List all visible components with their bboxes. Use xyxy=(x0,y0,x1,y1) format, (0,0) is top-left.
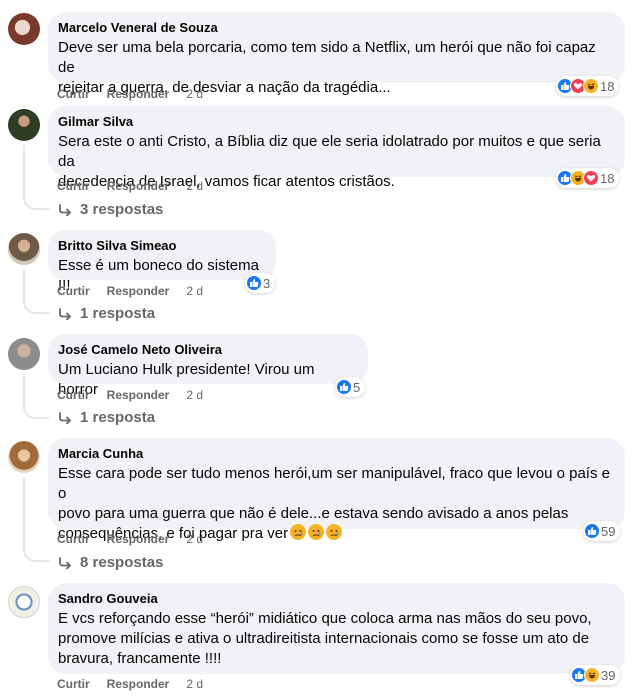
comment-bubble: Britto Silva Simeao Esse é um boneco do … xyxy=(48,230,276,294)
like-button[interactable]: Curtir xyxy=(57,531,90,547)
view-replies-link[interactable]: 1 resposta xyxy=(58,409,155,427)
reply-button[interactable]: Responder xyxy=(107,283,170,299)
avatar[interactable] xyxy=(8,586,40,618)
haha-icon xyxy=(583,78,599,94)
comment-timestamp[interactable]: 2 d xyxy=(186,178,203,194)
comment-line: promove milícias e ativa o ultradireitis… xyxy=(58,630,590,647)
reactions-summary[interactable]: 59 xyxy=(583,521,621,541)
reply-button[interactable]: Responder xyxy=(107,676,170,692)
replies-count: 3 respostas xyxy=(80,201,164,218)
avatar[interactable] xyxy=(8,441,40,473)
reaction-count: 18 xyxy=(600,170,615,186)
comment-timestamp[interactable]: 2 d xyxy=(186,387,203,403)
reply-arrow-icon xyxy=(59,204,71,216)
comment-timestamp[interactable]: 2 d xyxy=(186,676,203,692)
replies-count: 8 respostas xyxy=(80,554,164,571)
comment-timestamp[interactable]: 2 d xyxy=(186,283,203,299)
avatar[interactable] xyxy=(8,109,40,141)
thread-connector xyxy=(23,546,49,562)
like-button[interactable]: Curtir xyxy=(57,178,90,194)
sad-face-emoji-icon xyxy=(290,524,307,540)
thread-connector xyxy=(23,403,49,419)
reaction-count: 5 xyxy=(353,379,361,395)
comment-bubble: Gilmar Silva Sera este o anti Cristo, a … xyxy=(48,106,625,190)
avatar[interactable] xyxy=(8,233,40,265)
reactions-summary[interactable]: 5 xyxy=(335,377,366,397)
reactions-summary[interactable]: 18 xyxy=(556,76,620,96)
reply-arrow-icon xyxy=(59,412,71,424)
haha-icon xyxy=(584,667,600,683)
comment-actions: Curtir Responder 2 d xyxy=(57,283,220,299)
reactions-summary[interactable]: 39 xyxy=(570,665,621,685)
thread-line xyxy=(23,269,25,299)
replies-count: 1 resposta xyxy=(80,305,156,322)
comment-actions: Curtir Responder 2 d xyxy=(57,178,220,194)
view-replies-link[interactable]: 1 resposta xyxy=(58,305,155,323)
like-icon xyxy=(584,523,600,539)
like-icon xyxy=(336,379,352,395)
reply-arrow-icon xyxy=(59,308,71,320)
reaction-count: 39 xyxy=(601,667,616,683)
comment-line: bravura, francamente !!!! xyxy=(58,650,222,667)
comment-author[interactable]: Gilmar Silva xyxy=(58,114,613,130)
like-button[interactable]: Curtir xyxy=(57,676,90,692)
reply-button[interactable]: Responder xyxy=(107,86,170,102)
thread-connector xyxy=(23,298,49,314)
reactions-summary[interactable]: 3 xyxy=(245,273,276,293)
comment-bubble: Marcelo Veneral de Souza Deve ser uma be… xyxy=(48,12,625,96)
thread-line xyxy=(23,145,25,195)
comment-actions: Curtir Responder 2 d xyxy=(57,387,220,403)
comment-actions: Curtir Responder 2 d xyxy=(57,531,220,547)
comment-actions: Curtir Responder 2 d xyxy=(57,86,220,102)
reply-button[interactable]: Responder xyxy=(107,531,170,547)
love-icon xyxy=(583,170,599,186)
comment-bubble: José Camelo Neto Oliveira Um Luciano Hul… xyxy=(48,334,368,398)
comment-bubble: Sandro Gouveia E vcs reforçando esse “he… xyxy=(48,583,625,674)
reaction-count: 3 xyxy=(263,275,271,291)
thread-connector xyxy=(23,194,49,210)
avatar[interactable] xyxy=(8,338,40,370)
reply-button[interactable]: Responder xyxy=(107,387,170,403)
comment-author[interactable]: Marcelo Veneral de Souza xyxy=(58,20,613,36)
like-icon xyxy=(246,275,262,291)
view-replies-link[interactable]: 3 respostas xyxy=(58,201,163,219)
comment-timestamp[interactable]: 2 d xyxy=(186,86,203,102)
reactions-summary[interactable]: 18 xyxy=(556,168,620,188)
sad-face-emoji-icon xyxy=(326,524,343,540)
reply-arrow-icon xyxy=(59,557,71,569)
comment-text: E vcs reforçando esse “herói” midiático … xyxy=(58,609,613,669)
comment-bubble: Marcia Cunha Esse cara pode ser tudo men… xyxy=(48,438,625,542)
reaction-count: 18 xyxy=(600,78,615,94)
comment-author[interactable]: José Camelo Neto Oliveira xyxy=(58,342,356,358)
sad-face-emoji-icon xyxy=(308,524,325,540)
comment-actions: Curtir Responder 2 d xyxy=(57,676,220,692)
like-button[interactable]: Curtir xyxy=(57,86,90,102)
comment-line: povo para uma guerra que não é dele...e … xyxy=(58,505,569,522)
comment-line: Esse cara pode ser tudo menos herói,um s… xyxy=(58,465,610,502)
avatar[interactable] xyxy=(8,13,40,45)
replies-count: 1 resposta xyxy=(80,409,156,426)
comment-author[interactable]: Sandro Gouveia xyxy=(58,591,613,607)
like-button[interactable]: Curtir xyxy=(57,283,90,299)
reply-button[interactable]: Responder xyxy=(107,178,170,194)
like-button[interactable]: Curtir xyxy=(57,387,90,403)
comment-line: E vcs reforçando esse “herói” midiático … xyxy=(58,610,592,627)
comment-line: Sera este o anti Cristo, a Bíblia diz qu… xyxy=(58,133,601,170)
comment-author[interactable]: Britto Silva Simeao xyxy=(58,238,264,254)
view-replies-link[interactable]: 8 respostas xyxy=(58,554,163,572)
comment-line: Deve ser uma bela porcaria, como tem sid… xyxy=(58,39,596,76)
thread-line xyxy=(23,477,25,546)
thread-line xyxy=(23,374,25,404)
comment-timestamp[interactable]: 2 d xyxy=(186,531,203,547)
comment-author[interactable]: Marcia Cunha xyxy=(58,446,613,462)
reaction-count: 59 xyxy=(601,523,616,539)
